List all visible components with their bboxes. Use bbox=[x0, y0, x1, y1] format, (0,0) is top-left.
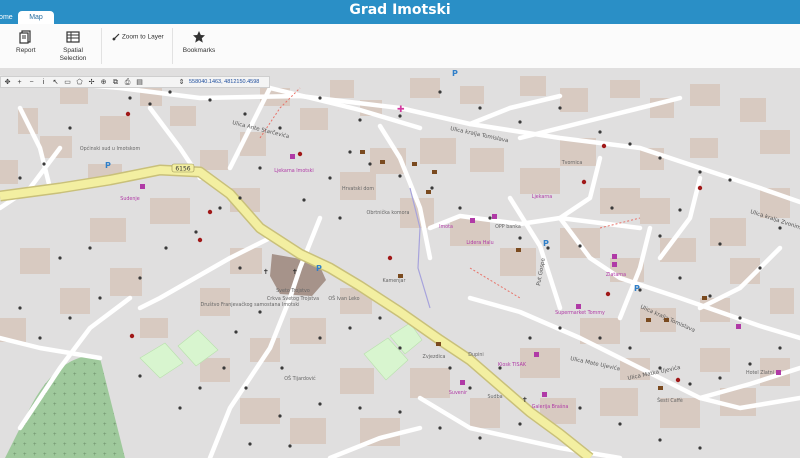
place-label: Crkva Svetog Trojstva bbox=[267, 296, 319, 302]
spatial-selection-icon bbox=[66, 31, 80, 43]
church-cross-icon: ✝ bbox=[263, 268, 269, 276]
pharmacy-icon: ✚ bbox=[397, 105, 405, 115]
report-icon bbox=[19, 30, 31, 44]
place-label: Galerija Brašna bbox=[532, 403, 569, 410]
measure-icon[interactable]: ✢ bbox=[87, 78, 96, 87]
layers-icon[interactable]: ⧉ bbox=[111, 78, 120, 87]
rectangle-icon[interactable]: ▭ bbox=[63, 78, 72, 87]
parking-icon: P bbox=[316, 264, 322, 273]
place-label: Kiosk TISAK bbox=[498, 362, 527, 368]
polygon-icon[interactable]: ⬠ bbox=[75, 78, 84, 87]
zoom-to-layer-icon bbox=[112, 33, 120, 41]
parking-icon: P bbox=[543, 239, 549, 248]
place-label: Sudenje bbox=[120, 196, 139, 202]
place-label: OPP banka bbox=[495, 224, 521, 230]
road-ref-label: 6156 bbox=[175, 166, 190, 173]
select-icon[interactable]: ↖ bbox=[51, 78, 60, 87]
church-cross-icon: ✝ bbox=[522, 396, 528, 404]
tab-home[interactable]: Home bbox=[0, 11, 19, 24]
place-label: Hotel Zlatni bbox=[746, 370, 774, 376]
place-label: Suvenir bbox=[449, 390, 467, 396]
bookmarks-button[interactable]: Bookmarks bbox=[182, 30, 216, 55]
place-label: Obrtnička komora bbox=[367, 209, 410, 216]
zoom-in-icon[interactable]: + bbox=[15, 78, 24, 87]
place-label: Ljekarna Imotski bbox=[274, 168, 314, 174]
place-label: Zlatarna bbox=[606, 272, 626, 278]
place-label: Općinski sud u Imotskom bbox=[80, 145, 141, 152]
place-label: Sudba bbox=[487, 394, 502, 400]
app-title: Grad Imotski bbox=[349, 2, 451, 18]
place-label: Kamenjar bbox=[383, 278, 406, 284]
place-label: Sveto Trojstvo bbox=[276, 288, 310, 294]
pan-icon[interactable]: ✥ bbox=[3, 78, 12, 87]
place-label: Ljekarna bbox=[532, 194, 553, 200]
zoom-to-layer-label: Zoom to Layer bbox=[121, 33, 164, 41]
export-icon[interactable]: ▤ bbox=[135, 78, 144, 87]
place-label: Zvjezdica bbox=[423, 354, 446, 360]
coordinates-readout: 558040.1463, 4812150.4598 bbox=[189, 79, 260, 85]
ribbon-divider bbox=[101, 28, 102, 64]
ribbon-toolbar: Report Spatial Selection Zoom to Layer B… bbox=[0, 24, 800, 69]
bookmarks-label: Bookmarks bbox=[182, 47, 216, 54]
spatial-selection-button[interactable]: Spatial Selection bbox=[56, 30, 90, 63]
map-svg[interactable]: + bbox=[0, 68, 800, 463]
road-shield-6156: 6156 bbox=[171, 163, 195, 173]
spatial-selection-label: Spatial Selection bbox=[59, 47, 87, 62]
map-toolbar: ✥ + − i ↖ ▭ ⬠ ✢ ⊕ ⧉ ⎙ ▤ ⇕ 558040.1463, 4… bbox=[0, 76, 270, 88]
zoom-to-layer-button[interactable]: Zoom to Layer bbox=[112, 33, 164, 41]
parking-icon: P bbox=[105, 161, 111, 170]
parking-icon: P bbox=[634, 284, 640, 293]
zoom-extent-icon[interactable]: ⊕ bbox=[99, 78, 108, 87]
parking-icon: P bbox=[452, 69, 458, 78]
tab-map[interactable]: Map bbox=[18, 11, 54, 24]
title-bar: Grad Imotski Home Map bbox=[0, 0, 800, 24]
report-button[interactable]: Report bbox=[16, 30, 36, 55]
place-label: OŠ Ivan Leko bbox=[328, 295, 359, 302]
place-label: Društvo Franjevačkog samostana Imotski bbox=[201, 301, 300, 308]
place-label: Lidera Halu bbox=[466, 240, 493, 246]
place-label: Hrvatski dom bbox=[342, 186, 374, 192]
identify-icon[interactable]: i bbox=[39, 78, 48, 87]
print-icon[interactable]: ⎙ bbox=[123, 78, 132, 87]
report-label: Report bbox=[16, 47, 36, 54]
place-label: Tvornica bbox=[561, 160, 583, 166]
place-label: Šesti Caffè bbox=[657, 397, 683, 404]
zoom-out-icon[interactable]: − bbox=[27, 78, 36, 87]
cursor-coordinates-icon: ⇕ bbox=[178, 79, 185, 86]
church-cross-icon: ✝ bbox=[292, 268, 298, 276]
map-canvas[interactable]: + bbox=[0, 68, 800, 463]
place-label: OŠ Tijardović bbox=[284, 375, 316, 382]
place-label: Supermarket Tommy bbox=[555, 310, 605, 316]
ribbon-divider bbox=[172, 28, 173, 64]
star-icon bbox=[193, 31, 205, 43]
place-label: Imota bbox=[439, 224, 453, 230]
place-label: Dupini bbox=[468, 352, 484, 358]
